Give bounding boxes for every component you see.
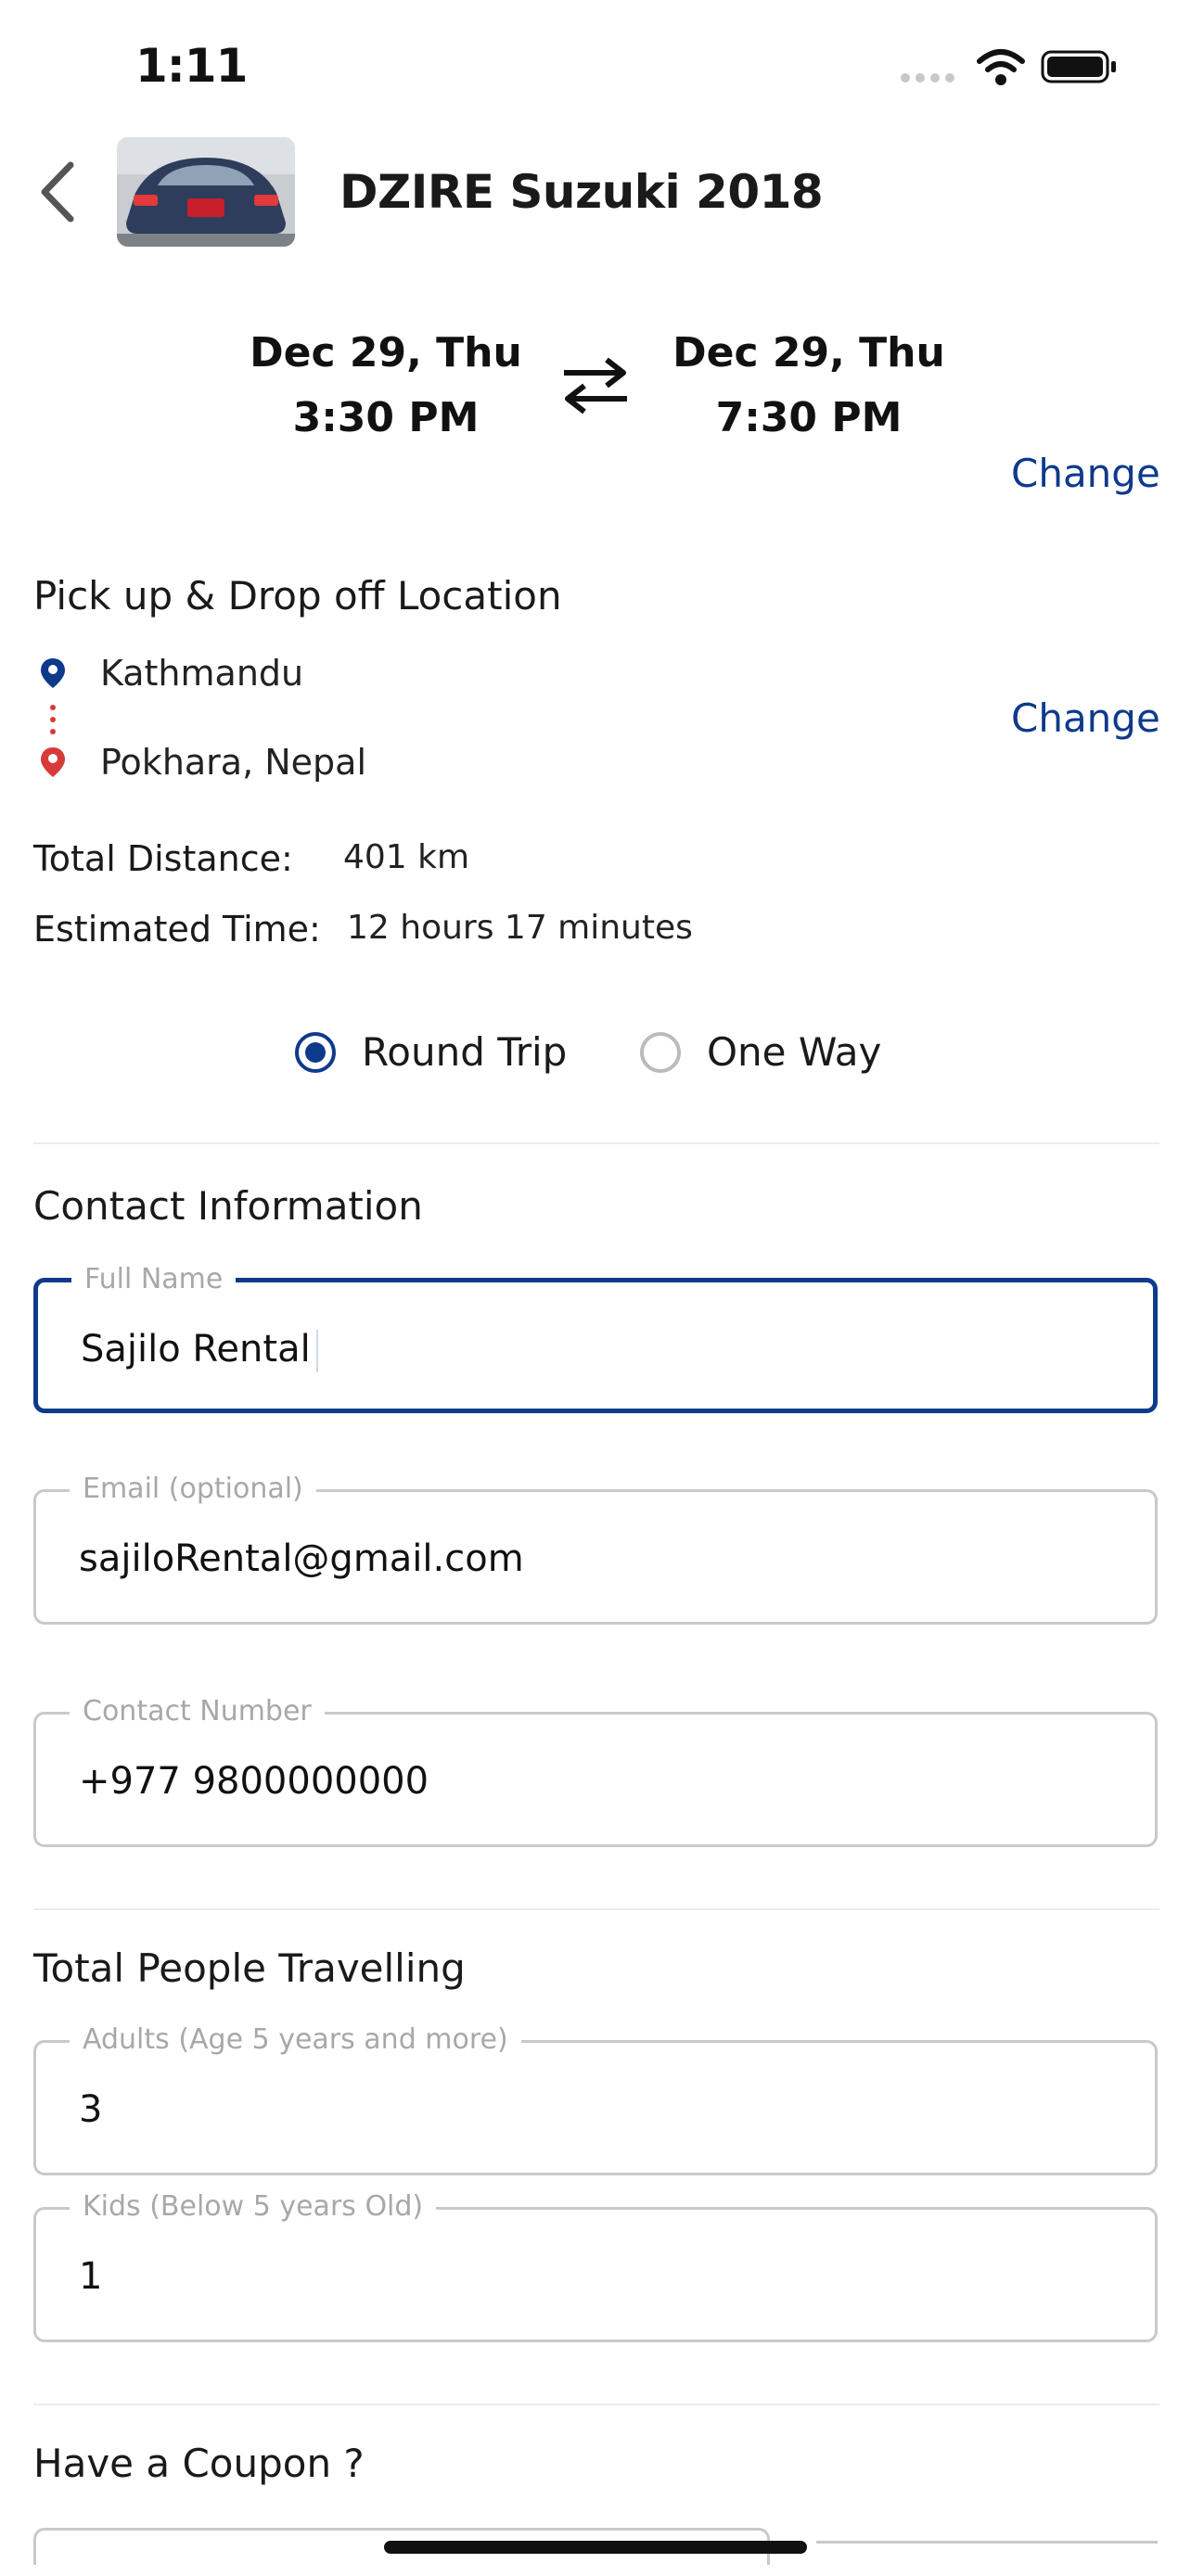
route-dots bbox=[50, 705, 56, 741]
divider bbox=[33, 2404, 1159, 2405]
full-name-label: Full Name bbox=[71, 1264, 237, 1295]
car-thumbnail-image bbox=[117, 137, 295, 247]
pickup-time: 3:30 PM bbox=[292, 394, 480, 441]
adults-label: Adults (Age 5 years and more) bbox=[70, 2024, 521, 2056]
pickup-location: Kathmandu bbox=[100, 653, 304, 694]
pickup-datetime: Dec 29, Thu 3:30 PM bbox=[219, 321, 553, 451]
dropoff-datetime: Dec 29, Thu 7:30 PM bbox=[642, 321, 976, 451]
location-section-title: Pick up & Drop off Location bbox=[33, 573, 562, 618]
round-trip-option[interactable]: Round Trip bbox=[295, 1029, 567, 1075]
dropoff-pin-icon bbox=[41, 747, 65, 777]
contact-number-label: Contact Number bbox=[70, 1696, 325, 1728]
contact-section-title: Contact Information bbox=[33, 1183, 423, 1229]
distance-value: 401 km bbox=[343, 838, 470, 876]
wifi-icon bbox=[977, 49, 1025, 85]
one-way-radio[interactable] bbox=[640, 1031, 681, 1073]
pickup-pin-icon bbox=[41, 658, 65, 688]
coupon-section-title: Have a Coupon ? bbox=[33, 2441, 365, 2486]
status-time: 1:11 bbox=[135, 39, 248, 93]
full-name-value: Sajilo Rental bbox=[81, 1328, 311, 1371]
round-trip-label: Round Trip bbox=[362, 1029, 568, 1075]
one-way-option[interactable]: One Way bbox=[640, 1029, 881, 1075]
cellular-signal-icon bbox=[901, 73, 954, 83]
kids-value[interactable]: 1 bbox=[79, 2251, 102, 2302]
divider bbox=[33, 1142, 1159, 1144]
email-label: Email (optional) bbox=[70, 1473, 316, 1505]
full-name-input[interactable]: Sajilo Rental bbox=[81, 1323, 318, 1375]
estimated-time-value: 12 hours 17 minutes bbox=[347, 909, 693, 947]
text-caret bbox=[315, 1330, 318, 1372]
email-field[interactable]: Email (optional) sajiloRental@gmail.com bbox=[33, 1473, 1158, 1625]
change-location-link[interactable]: Change bbox=[1011, 695, 1160, 741]
change-schedule-link[interactable]: Change bbox=[1011, 451, 1160, 496]
coupon-button-edge[interactable] bbox=[816, 2541, 1158, 2544]
full-name-field[interactable]: Full Name Sajilo Rental bbox=[33, 1264, 1158, 1413]
contact-number-field[interactable]: Contact Number +977 9800000000 bbox=[33, 1696, 1158, 1847]
car-title: DZIRE Suzuki 2018 bbox=[339, 165, 824, 219]
round-trip-radio[interactable] bbox=[295, 1031, 336, 1073]
adults-value[interactable]: 3 bbox=[79, 2084, 102, 2136]
pickup-date: Dec 29, Thu bbox=[250, 329, 522, 376]
dropoff-location: Pokhara, Nepal bbox=[100, 742, 367, 783]
distance-label: Total Distance: bbox=[33, 838, 293, 879]
swap-arrows-icon bbox=[564, 357, 627, 414]
one-way-label: One Way bbox=[707, 1029, 882, 1075]
divider bbox=[33, 1908, 1159, 1910]
adults-field[interactable]: Adults (Age 5 years and more) 3 bbox=[33, 2024, 1158, 2175]
estimated-time-label: Estimated Time: bbox=[33, 909, 321, 950]
battery-icon bbox=[1041, 50, 1116, 83]
home-indicator bbox=[384, 2541, 807, 2554]
kids-field[interactable]: Kids (Below 5 years Old) 1 bbox=[33, 2191, 1158, 2342]
kids-label: Kids (Below 5 years Old) bbox=[70, 2191, 437, 2223]
email-value[interactable]: sajiloRental@gmail.com bbox=[79, 1533, 524, 1585]
people-section-title: Total People Travelling bbox=[33, 1945, 466, 1991]
dropoff-date: Dec 29, Thu bbox=[672, 329, 945, 376]
back-chevron-icon[interactable] bbox=[37, 159, 78, 224]
dropoff-time: 7:30 PM bbox=[715, 394, 903, 441]
contact-number-value[interactable]: +977 9800000000 bbox=[79, 1755, 429, 1807]
